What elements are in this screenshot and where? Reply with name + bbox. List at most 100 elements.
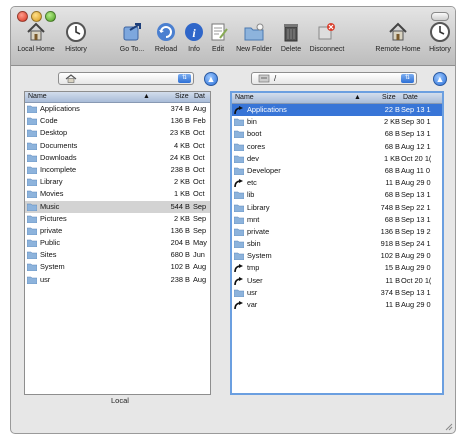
- local-home-button[interactable]: Local Home: [13, 21, 59, 61]
- file-row[interactable]: bin 2 KB Sep 30 1: [232, 116, 442, 128]
- file-name: lib: [247, 190, 255, 200]
- sort-arrow-icon: ▲: [143, 93, 150, 100]
- file-row[interactable]: Sites 680 B Jun: [25, 249, 210, 261]
- file-name: Downloads: [40, 152, 77, 162]
- file-size: 4 KB: [173, 140, 190, 150]
- symlink-arrow-icon: [234, 179, 243, 188]
- file-row[interactable]: Desktop 23 KB Oct: [25, 127, 210, 139]
- house-icon: [27, 22, 45, 41]
- file-date: Oct: [193, 189, 205, 199]
- clock-icon: [430, 22, 450, 42]
- file-size: 238 B: [170, 274, 190, 284]
- file-row[interactable]: tmp 15 B Aug 29 0: [232, 262, 442, 274]
- file-row[interactable]: dev 1 KB Oct 20 1(: [232, 153, 442, 165]
- file-date: Aug 29 0: [401, 263, 431, 273]
- local-status-label: Local: [111, 396, 129, 405]
- file-row[interactable]: private 136 B Sep: [25, 225, 210, 237]
- file-row[interactable]: Documents 4 KB Oct: [25, 140, 210, 152]
- local-history-button[interactable]: History: [61, 21, 91, 61]
- file-row[interactable]: Applications 22 B Sep 13 1: [232, 104, 442, 117]
- folder-icon: [27, 117, 37, 126]
- file-row[interactable]: User 11 B Oct 20 1(: [232, 275, 442, 287]
- file-row[interactable]: var 11 B Aug 29 0: [232, 299, 442, 311]
- symlink-arrow-icon: [234, 264, 243, 273]
- folder-icon: [27, 276, 37, 284]
- file-size: 136 B: [170, 225, 190, 235]
- local-parent-folder-button[interactable]: ▲: [204, 72, 218, 86]
- go-to-button[interactable]: Go To...: [114, 21, 150, 61]
- file-name: Sites: [40, 250, 57, 260]
- file-row[interactable]: boot 68 B Sep 13 1: [232, 128, 442, 140]
- file-name: Library: [40, 177, 63, 187]
- file-row[interactable]: Pictures 2 KB Sep: [25, 213, 210, 225]
- path-bar: ⇅ ▲ / ⇅ ▲: [11, 67, 455, 91]
- file-row[interactable]: usr 238 B Aug: [25, 274, 210, 286]
- remote-file-list[interactable]: Name ▲ Size Date Applications 22 B Sep 13 …: [230, 91, 444, 395]
- file-row[interactable]: etc 11 B Aug 29 0: [232, 177, 442, 189]
- file-row[interactable]: usr 374 B Sep 13 1: [232, 287, 442, 299]
- file-row[interactable]: Developer 68 B Aug 11 0: [232, 165, 442, 177]
- file-date: Oct 20 1(: [401, 153, 432, 163]
- file-row[interactable]: sbin 918 B Sep 24 1: [232, 238, 442, 250]
- date-column-header[interactable]: Date: [403, 94, 418, 101]
- file-row[interactable]: Library 748 B Sep 22 1: [232, 202, 442, 214]
- folder-icon: [27, 215, 37, 223]
- file-row[interactable]: Downloads 24 KB Oct: [25, 152, 210, 164]
- folder-icon: [234, 167, 244, 175]
- file-row[interactable]: Music 544 B Sep: [25, 200, 210, 213]
- name-column-header[interactable]: Name: [28, 93, 47, 100]
- file-row[interactable]: private 136 B Sep 19 2: [232, 226, 442, 238]
- edit-button[interactable]: Edit: [208, 21, 228, 61]
- file-row[interactable]: System 102 B Aug: [25, 261, 210, 273]
- folder-icon: [234, 253, 244, 261]
- file-name: Pictures: [40, 213, 67, 223]
- file-row[interactable]: Public 204 B May: [25, 237, 210, 249]
- reload-button[interactable]: Reload: [151, 21, 181, 61]
- file-row[interactable]: mnt 68 B Sep 13 1: [232, 214, 442, 226]
- trash-icon: [284, 24, 298, 42]
- name-column-header[interactable]: Name: [235, 94, 254, 101]
- local-path-popup[interactable]: ⇅: [58, 72, 194, 85]
- toolbar-toggle-button[interactable]: [431, 12, 449, 21]
- folder-icon: [234, 204, 244, 212]
- file-date: Aug 29 0: [401, 178, 431, 188]
- file-date: Sep 13 1: [401, 190, 431, 200]
- remote-history-button[interactable]: History: [425, 21, 455, 61]
- delete-button[interactable]: Delete: [279, 21, 303, 61]
- file-name: Desktop: [40, 128, 68, 138]
- file-row[interactable]: Code 136 B Feb: [25, 115, 210, 127]
- file-size: 15 B: [384, 263, 400, 273]
- file-row[interactable]: Movies 1 KB Oct: [25, 188, 210, 200]
- file-size: 238 B: [170, 164, 190, 174]
- file-size: 24 KB: [169, 152, 190, 162]
- info-button[interactable]: i Info: [183, 21, 205, 61]
- date-column-header[interactable]: Dat: [194, 93, 205, 100]
- file-row[interactable]: cores 68 B Aug 12 1: [232, 141, 442, 153]
- file-size: 11 B: [385, 300, 400, 309]
- size-column-header[interactable]: Size: [175, 93, 189, 100]
- folder-icon: [234, 192, 244, 200]
- remote-parent-folder-button[interactable]: ▲: [433, 72, 447, 86]
- file-name: boot: [247, 129, 262, 139]
- remote-path-popup[interactable]: / ⇅: [251, 72, 417, 85]
- file-size: 2 KB: [383, 117, 400, 127]
- resize-grip-icon[interactable]: [445, 423, 453, 431]
- disconnect-button[interactable]: Disconnect: [306, 21, 348, 61]
- local-file-list[interactable]: Name ▲ Size Dat Applications 374 B Aug Code…: [24, 91, 211, 395]
- folder-icon: [234, 118, 244, 127]
- local-column-header: Name ▲ Size Dat: [25, 92, 210, 103]
- file-row[interactable]: Incomplete 238 B Oct: [25, 164, 210, 176]
- house-icon: [65, 74, 77, 83]
- file-size: 374 B: [380, 287, 400, 297]
- new-folder-button[interactable]: New Folder: [234, 21, 274, 61]
- size-column-header[interactable]: Size: [382, 94, 396, 101]
- file-date: Oct 20 1(: [401, 275, 432, 285]
- file-row[interactable]: System 102 B Aug 29 0: [232, 250, 442, 262]
- file-row[interactable]: Applications 374 B Aug: [25, 103, 210, 115]
- file-row[interactable]: lib 68 B Sep 13 1: [232, 189, 442, 201]
- file-row[interactable]: Library 2 KB Oct: [25, 176, 210, 188]
- file-date: Sep 30 1: [401, 117, 431, 127]
- file-date: Sep 24 1: [401, 239, 431, 249]
- remote-home-button[interactable]: Remote Home: [373, 21, 423, 61]
- folder-icon: [234, 216, 244, 224]
